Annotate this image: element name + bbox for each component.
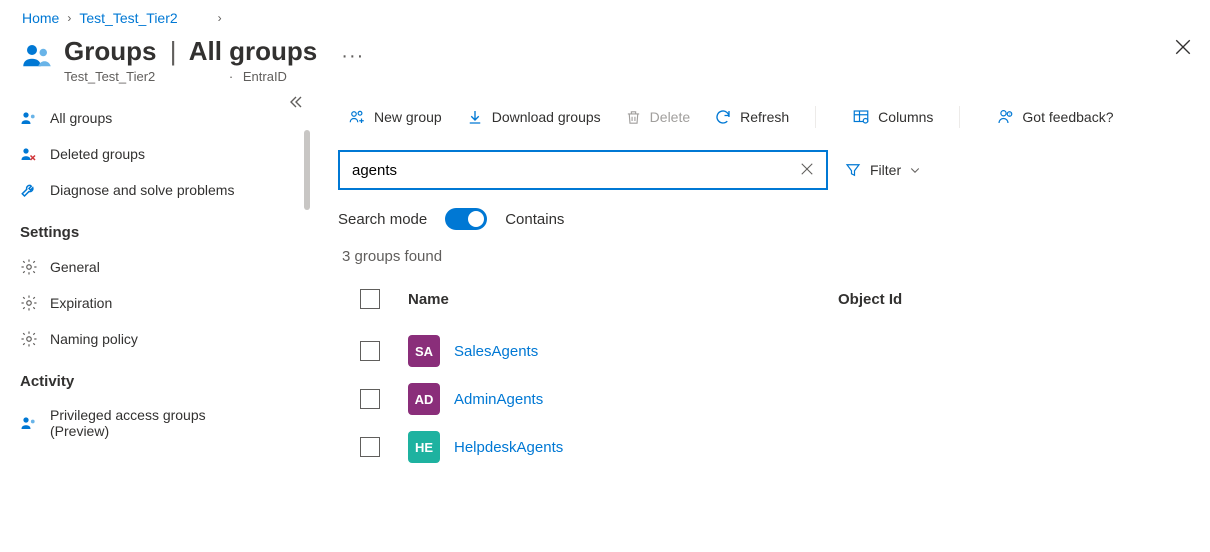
- subtitle-tenant: Test_Test_Tier2: [64, 69, 155, 84]
- gear-icon: [20, 258, 38, 276]
- chevron-right-icon: ›: [67, 11, 71, 25]
- table-row: AD AdminAgents: [338, 375, 1210, 423]
- sidebar-item-privileged-access[interactable]: Privileged access groups (Preview): [0, 398, 310, 448]
- sidebar-item-label: General: [50, 259, 100, 275]
- subtitle-product: EntraID: [243, 69, 287, 84]
- svg-text:?: ?: [1009, 113, 1011, 117]
- breadcrumb-tenant[interactable]: Test_Test_Tier2: [79, 10, 177, 26]
- sidebar-item-label: Privileged access groups (Preview): [50, 407, 250, 439]
- sidebar-section-settings: Settings: [0, 208, 310, 249]
- wrench-icon: [20, 181, 38, 199]
- search-input[interactable]: [352, 162, 796, 179]
- result-count: 3 groups found: [342, 248, 1210, 265]
- sidebar-item-label: All groups: [50, 110, 112, 126]
- sidebar-item-label: Naming policy: [50, 331, 138, 347]
- table-row: SA SalesAgents: [338, 327, 1210, 375]
- search-input-wrapper: [338, 150, 828, 190]
- row-checkbox[interactable]: [360, 389, 380, 409]
- sidebar-item-label: Expiration: [50, 295, 112, 311]
- table-header: Name Object Id: [338, 289, 1210, 327]
- search-mode-toggle[interactable]: [445, 208, 487, 230]
- title-main: Groups: [64, 36, 156, 66]
- column-header-objectid[interactable]: Object Id: [838, 291, 1210, 308]
- sidebar-section-activity: Activity: [0, 357, 310, 398]
- sidebar: All groups Deleted groups Diagnose and s…: [0, 94, 310, 536]
- search-mode-row: Search mode Contains: [338, 208, 1210, 230]
- title-divider: |: [170, 36, 177, 66]
- group-avatar: AD: [408, 383, 440, 415]
- toolbar-label: Columns: [878, 109, 933, 125]
- toolbar-label: New group: [374, 109, 442, 125]
- group-avatar: SA: [408, 335, 440, 367]
- gear-icon: [20, 294, 38, 312]
- toolbar: New group Download groups Delete Refresh…: [338, 102, 1210, 150]
- row-checkbox[interactable]: [360, 437, 380, 457]
- sidebar-item-label: Diagnose and solve problems: [50, 182, 234, 198]
- select-all-checkbox[interactable]: [360, 289, 380, 309]
- sidebar-item-expiration[interactable]: Expiration: [0, 285, 310, 321]
- download-groups-button[interactable]: Download groups: [456, 102, 611, 132]
- row-checkbox[interactable]: [360, 341, 380, 361]
- chevron-down-icon: [909, 164, 921, 176]
- toolbar-label: Delete: [650, 109, 690, 125]
- sidebar-item-naming-policy[interactable]: Naming policy: [0, 321, 310, 357]
- filter-icon: [844, 161, 862, 179]
- feedback-button[interactable]: ? Got feedback?: [986, 102, 1123, 132]
- clear-search-button[interactable]: [796, 158, 818, 183]
- sidebar-item-general[interactable]: General: [0, 249, 310, 285]
- group-name-link[interactable]: HelpdeskAgents: [454, 439, 563, 456]
- subtitle: Test_Test_Tier2 · EntraID: [64, 69, 317, 84]
- breadcrumb: Home › Test_Test_Tier2 ›: [0, 0, 1210, 32]
- page-title: Groups | All groups: [64, 36, 317, 67]
- sidebar-item-all-groups[interactable]: All groups: [0, 100, 310, 136]
- group-name-link[interactable]: SalesAgents: [454, 343, 538, 360]
- table-row: HE HelpdeskAgents: [338, 423, 1210, 471]
- search-mode-value: Contains: [505, 211, 564, 228]
- gear-icon: [20, 330, 38, 348]
- toolbar-label: Download groups: [492, 109, 601, 125]
- chevron-right-icon: ›: [218, 11, 222, 25]
- sidebar-item-diagnose[interactable]: Diagnose and solve problems: [0, 172, 310, 208]
- toolbar-label: Got feedback?: [1022, 109, 1113, 125]
- columns-button[interactable]: Columns: [842, 102, 943, 132]
- groups-icon: [22, 40, 52, 73]
- title-sub: All groups: [189, 36, 318, 66]
- breadcrumb-home[interactable]: Home: [22, 10, 59, 26]
- search-mode-label: Search mode: [338, 211, 427, 228]
- new-group-button[interactable]: New group: [338, 102, 452, 132]
- more-actions-button[interactable]: ···: [341, 36, 364, 70]
- groups-icon: [20, 414, 38, 432]
- sidebar-item-label: Deleted groups: [50, 146, 145, 162]
- groups-icon: [20, 109, 38, 127]
- group-name-link[interactable]: AdminAgents: [454, 391, 543, 408]
- refresh-button[interactable]: Refresh: [704, 102, 799, 132]
- content-pane: New group Download groups Delete Refresh…: [310, 94, 1210, 536]
- page-title-row: Groups | All groups Test_Test_Tier2 · En…: [0, 32, 1210, 94]
- toolbar-label: Refresh: [740, 109, 789, 125]
- delete-button: Delete: [615, 103, 700, 132]
- sidebar-item-deleted-groups[interactable]: Deleted groups: [0, 136, 310, 172]
- toolbar-separator: [959, 106, 960, 128]
- subtitle-dot: ·: [229, 69, 233, 84]
- close-button[interactable]: [1174, 38, 1192, 59]
- filter-label: Filter: [870, 162, 901, 178]
- groups-deleted-icon: [20, 145, 38, 163]
- column-header-name[interactable]: Name: [408, 291, 838, 308]
- group-avatar: HE: [408, 431, 440, 463]
- toolbar-separator: [815, 106, 816, 128]
- filter-button[interactable]: Filter: [844, 161, 921, 179]
- collapse-sidebar-button[interactable]: [288, 94, 304, 113]
